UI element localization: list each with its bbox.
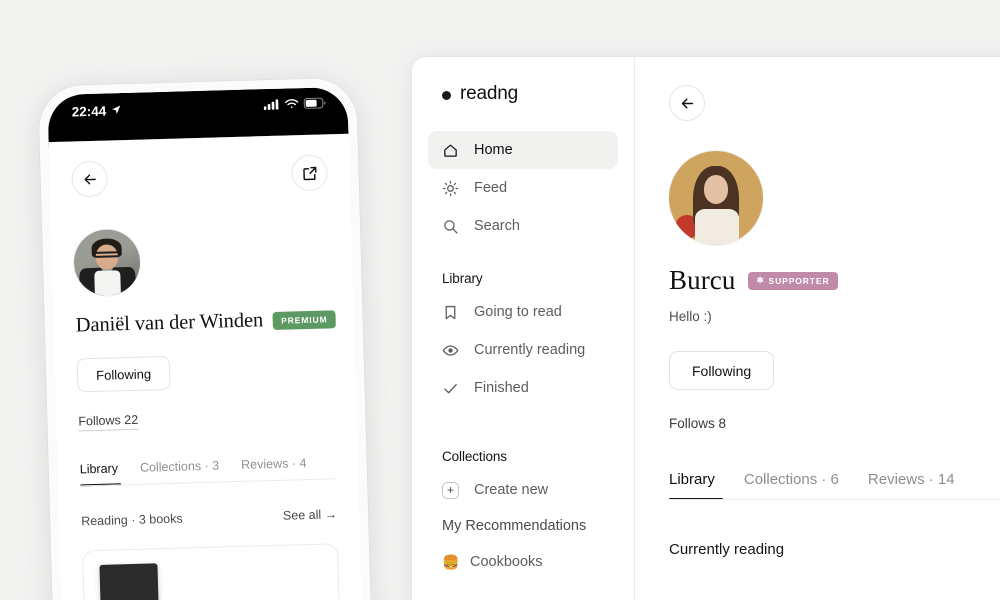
tab-library[interactable]: Library (669, 471, 715, 500)
phone-frame: 22:44 Daniël van der Winden PREMIUM Foll… (38, 77, 373, 600)
sidebar-item-label: My Recommendations (442, 518, 587, 534)
hamburger-emoji-icon: 🍔 (442, 554, 460, 570)
status-badge: ✻ SUPPORTER (748, 271, 838, 290)
tab-reviews[interactable]: Reviews · 14 (868, 471, 955, 500)
phone-avatar-image (73, 228, 141, 297)
primary-nav: Home Feed Search (412, 131, 634, 245)
status-time-label: 22:44 (71, 103, 107, 120)
follow-button[interactable]: Following (669, 351, 775, 390)
arrow-left-icon (81, 170, 98, 187)
asterisk-icon: ✻ (756, 275, 765, 285)
bookmark-icon (442, 304, 459, 321)
home-icon (442, 142, 459, 159)
brand-dot-icon (442, 90, 451, 100)
signal-bars-icon (263, 99, 280, 110)
sidebar-item-going-to-read[interactable]: Going to read (428, 293, 618, 331)
book-cover (99, 563, 160, 600)
sidebar-item-my-recommendations[interactable]: My Recommendations (412, 509, 634, 543)
sidebar-item-label: Currently reading (474, 342, 586, 358)
sidebar-item-label: Create new (474, 482, 549, 498)
tabs-divider (669, 499, 1000, 500)
profile-pane: Burcu ✻ SUPPORTER Hello :) Following Fol… (635, 57, 1000, 600)
sidebar-item-label: Cookbooks (470, 554, 543, 570)
phone-status-badge: PREMIUM (272, 309, 336, 330)
phone-name-row: Daniël van der Winden PREMIUM (75, 307, 336, 337)
eye-icon (442, 342, 459, 359)
screenshot-stage: readng Home Feed Search Library Going to… (0, 0, 1000, 600)
sidebar-item-finished[interactable]: Finished (428, 369, 618, 407)
sidebar-item-cookbooks[interactable]: 🍔 Cookbooks (428, 543, 618, 581)
sidebar-item-create-new[interactable]: + Create new (428, 471, 618, 509)
phone-follows-count[interactable]: Follows 22 (78, 412, 139, 432)
sidebar-section-library-label: Library (442, 271, 483, 286)
follows-count[interactable]: Follows 8 (669, 416, 1000, 431)
sidebar: readng Home Feed Search Library Going to… (412, 57, 635, 600)
page-title: Burcu (669, 265, 736, 295)
phone-tabs: Library Collections · 3 Reviews · 4 (80, 455, 337, 487)
status-badge-label: SUPPORTER (768, 275, 830, 286)
sidebar-item-currently-reading[interactable]: Currently reading (428, 331, 618, 369)
check-icon (442, 380, 459, 397)
phone-mockup: 22:44 Daniël van der Winden PREMIUM Foll… (38, 77, 373, 600)
phone-tab-reviews[interactable]: Reviews · 4 (241, 456, 307, 482)
phone-content: Daniël van der Winden PREMIUM Following … (48, 133, 363, 600)
phone-notch (119, 88, 277, 125)
share-external-icon (301, 164, 318, 181)
phone-page-title: Daniël van der Winden (75, 309, 264, 337)
phone-see-all-link[interactable]: See all → (283, 507, 338, 523)
profile-name-row: Burcu ✻ SUPPORTER (669, 265, 1000, 296)
status-indicators (263, 97, 326, 110)
sidebar-item-label: Search (474, 218, 520, 234)
app-window: readng Home Feed Search Library Going to… (412, 57, 1000, 600)
collections-list: 🍔 Cookbooks (412, 543, 634, 581)
wifi-icon (284, 98, 299, 109)
sidebar-item-label: Feed (474, 180, 508, 196)
back-button[interactable] (669, 85, 705, 121)
phone-avatar (73, 228, 141, 297)
search-icon (442, 218, 459, 235)
location-arrow-icon (110, 103, 121, 118)
phone-shelf-title: Reading · 3 books (81, 511, 183, 529)
sidebar-item-home[interactable]: Home (428, 131, 618, 169)
sun-icon (442, 180, 459, 197)
phone-shelf-header: Reading · 3 books See all → (81, 507, 337, 528)
plus-icon: + (442, 481, 459, 499)
profile-bio: Hello :) (669, 309, 712, 324)
tab-collections[interactable]: Collections · 6 (744, 471, 839, 500)
phone-topbar (71, 154, 329, 198)
book-card[interactable] (82, 543, 342, 600)
sidebar-section-collections-label: Collections (442, 449, 507, 464)
phone-screen: 22:44 Daniël van der Winden PREMIUM Foll… (47, 86, 364, 600)
phone-share-button[interactable] (291, 154, 329, 192)
phone-status-bar: 22:44 (47, 86, 349, 143)
sidebar-item-search[interactable]: Search (428, 207, 618, 245)
sidebar-item-label: Finished (474, 380, 529, 396)
profile-tabs: Library Collections · 6 Reviews · 14 (669, 471, 1000, 500)
arrow-left-icon (679, 95, 696, 112)
collections-nav: + Create new (412, 471, 634, 509)
avatar-image (669, 151, 763, 245)
sidebar-item-feed[interactable]: Feed (428, 169, 618, 207)
status-time: 22:44 (71, 103, 122, 120)
brand-name: readng (460, 83, 518, 104)
phone-tab-collections[interactable]: Collections · 3 (140, 459, 220, 485)
sidebar-item-label: Going to read (474, 304, 562, 320)
library-nav: Going to read Currently reading Finished (412, 293, 634, 407)
battery-icon (303, 97, 326, 109)
sidebar-item-label: Home (474, 142, 513, 158)
avatar (669, 151, 763, 245)
section-heading: Currently reading (669, 541, 785, 558)
brand-logo[interactable]: readng (412, 83, 634, 105)
phone-follow-button[interactable]: Following (76, 355, 171, 393)
phone-back-button[interactable] (71, 160, 109, 198)
phone-tab-library[interactable]: Library (80, 461, 119, 486)
